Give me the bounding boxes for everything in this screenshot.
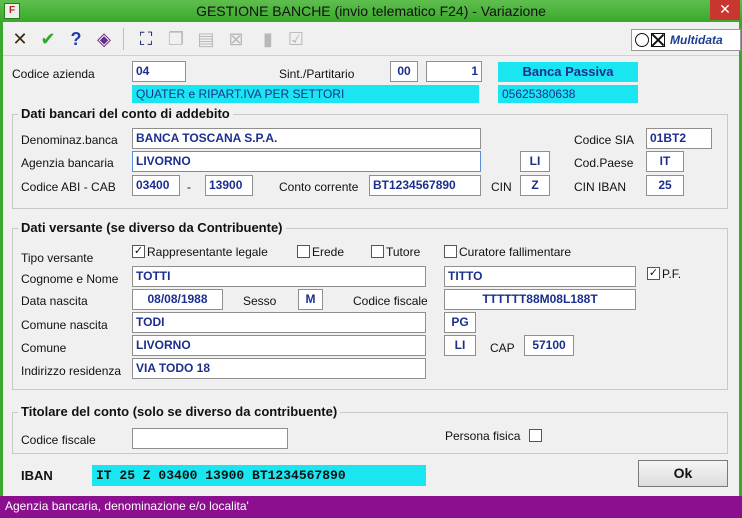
codice-azienda-field[interactable]: 04 bbox=[132, 61, 186, 82]
logo-box-icon bbox=[651, 33, 665, 47]
binoculars-icon[interactable]: ⛶ bbox=[135, 28, 157, 50]
sint-partitario-label: Sint./Partitario bbox=[279, 67, 355, 81]
partitario-field[interactable]: 1 bbox=[426, 61, 482, 82]
bank-group-title: Dati bancari del conto di addebito bbox=[18, 106, 233, 121]
titolare-cf-label: Codice fiscale bbox=[21, 433, 96, 447]
denominaz-field[interactable]: BANCA TOSCANA S.P.A. bbox=[132, 128, 481, 149]
versante-group-title: Dati versante (se diverso da Contribuent… bbox=[18, 220, 286, 235]
indirizzo-label: Indirizzo residenza bbox=[21, 364, 122, 378]
titolare-group-title: Titolare del conto (solo se diverso da c… bbox=[18, 404, 341, 419]
close-button[interactable]: ✕ bbox=[710, 0, 740, 20]
data-nascita-label: Data nascita bbox=[21, 294, 88, 308]
iban-label: IBAN bbox=[21, 468, 53, 483]
titolare-cf-field[interactable] bbox=[132, 428, 288, 449]
curatore-checkbox[interactable] bbox=[444, 245, 457, 258]
company-name: QUATER e RIPART.IVA PER SETTORI bbox=[132, 85, 479, 103]
logo-text: Multidata bbox=[670, 33, 723, 47]
rappresentante-checkbox[interactable]: ✓ bbox=[132, 245, 145, 258]
pf-checkbox[interactable]: ✓ bbox=[647, 267, 660, 280]
paese-label: Cod.Paese bbox=[574, 156, 634, 170]
pf-label: P.F. bbox=[662, 267, 682, 281]
help-icon[interactable]: ? bbox=[65, 28, 87, 50]
check-list-icon[interactable]: ☑ bbox=[285, 28, 307, 50]
tipo-versante-label: Tipo versante bbox=[21, 251, 94, 265]
window-frame-left bbox=[0, 22, 3, 518]
cognome-nome-label: Cognome e Nome bbox=[21, 272, 119, 286]
cin-iban-label: CIN IBAN bbox=[574, 180, 627, 194]
company-piva: 05625380638 bbox=[498, 85, 638, 103]
cin-label: CIN bbox=[491, 180, 512, 194]
iban-value: IT 25 Z 03400 13900 BT1234567890 bbox=[92, 465, 426, 486]
abi-cab-label: Codice ABI - CAB bbox=[21, 180, 116, 194]
persona-fisica-checkbox[interactable] bbox=[529, 429, 542, 442]
logo-circle-icon bbox=[635, 33, 649, 47]
agenzia-field[interactable]: LIVORNO bbox=[132, 151, 481, 172]
cap-label: CAP bbox=[490, 341, 515, 355]
prov-nascita-field[interactable]: PG bbox=[444, 312, 476, 333]
cab-field[interactable]: 13900 bbox=[205, 175, 253, 196]
nome-field[interactable]: TITTO bbox=[444, 266, 636, 287]
comune-nascita-field[interactable]: TODI bbox=[132, 312, 426, 333]
abi-cab-dash: - bbox=[187, 180, 191, 194]
data-nascita-field[interactable]: 08/08/1988 bbox=[132, 289, 223, 310]
conto-label: Conto corrente bbox=[279, 180, 359, 194]
paese-field[interactable]: IT bbox=[646, 151, 684, 172]
banca-passiva-badge: Banca Passiva bbox=[498, 62, 638, 82]
conto-field[interactable]: BT1234567890 bbox=[369, 175, 481, 196]
erede-checkbox[interactable] bbox=[297, 245, 310, 258]
cap-field[interactable]: 57100 bbox=[524, 335, 574, 356]
prov-field[interactable]: LI bbox=[444, 335, 476, 356]
confirm-icon[interactable]: ✔ bbox=[37, 28, 59, 50]
status-bar: Agenzia bancaria, denominazione e/o loca… bbox=[0, 496, 742, 518]
sesso-field[interactable]: M bbox=[298, 289, 323, 310]
rappresentante-label: Rappresentante legale bbox=[147, 245, 268, 259]
paste-icon[interactable]: ▤ bbox=[195, 28, 217, 50]
agenzia-label: Agenzia bancaria bbox=[21, 156, 114, 170]
tutore-checkbox[interactable] bbox=[371, 245, 384, 258]
ok-button[interactable]: Ok bbox=[638, 460, 728, 487]
title-bar: F GESTIONE BANCHE (invio telematico F24)… bbox=[0, 0, 742, 22]
tutore-label: Tutore bbox=[386, 245, 421, 259]
cancel-icon[interactable]: ✕ bbox=[9, 28, 31, 50]
multidata-logo: Multidata bbox=[631, 29, 741, 51]
no-icon[interactable]: ⊠ bbox=[225, 28, 247, 50]
toolbar: ✕ ✔ ? ◈ ⛶ ❐ ▤ ⊠ ▮ ☑ Multidata bbox=[3, 24, 741, 56]
cin-field[interactable]: Z bbox=[520, 175, 550, 196]
sint-field[interactable]: 00 bbox=[390, 61, 418, 82]
toolbar-separator bbox=[123, 28, 124, 50]
codice-fiscale-label: Codice fiscale bbox=[353, 294, 428, 308]
tag-icon[interactable]: ◈ bbox=[93, 28, 115, 50]
denominaz-label: Denominaz.banca bbox=[21, 133, 118, 147]
curatore-label: Curatore fallimentare bbox=[459, 245, 572, 259]
comune-nascita-label: Comune nascita bbox=[21, 318, 108, 332]
comune-field[interactable]: LIVORNO bbox=[132, 335, 426, 356]
codice-azienda-label: Codice azienda bbox=[12, 67, 95, 81]
codice-fiscale-field[interactable]: TTTTTT88M08L188T bbox=[444, 289, 636, 310]
comune-label: Comune bbox=[21, 341, 67, 355]
abi-field[interactable]: 03400 bbox=[132, 175, 180, 196]
indirizzo-field[interactable]: VIA TODO 18 bbox=[132, 358, 426, 379]
agenzia-provincia-field[interactable]: LI bbox=[520, 151, 550, 172]
persona-fisica-label: Persona fisica bbox=[445, 429, 521, 443]
sesso-label: Sesso bbox=[243, 294, 277, 308]
copy-icon[interactable]: ❐ bbox=[165, 28, 187, 50]
sia-field[interactable]: 01BT2 bbox=[646, 128, 712, 149]
window-title: GESTIONE BANCHE (invio telematico F24) -… bbox=[196, 3, 546, 19]
cognome-field[interactable]: TOTTI bbox=[132, 266, 426, 287]
cin-iban-field[interactable]: 25 bbox=[646, 175, 684, 196]
erede-label: Erede bbox=[312, 245, 345, 259]
sia-label: Codice SIA bbox=[574, 133, 635, 147]
doc-icon[interactable]: ▮ bbox=[257, 28, 279, 50]
